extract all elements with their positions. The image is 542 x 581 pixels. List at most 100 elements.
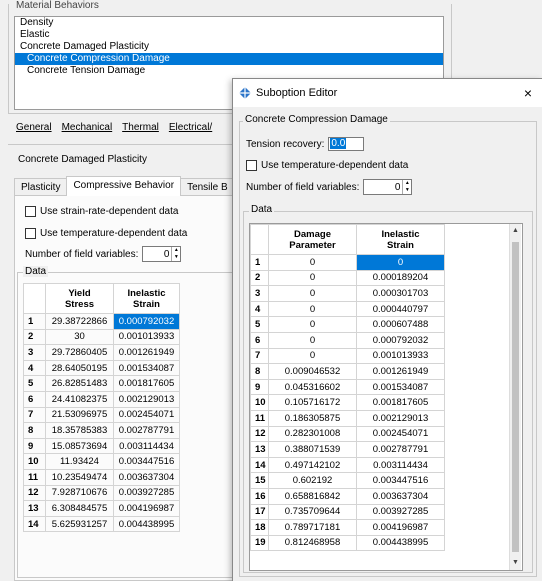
table-row[interactable]: 6 24.41082375 0.002129013 [23,390,180,408]
table-cell[interactable]: 0.000440797 [356,300,445,318]
table-cell[interactable]: 0.003927285 [356,503,445,521]
table-cell[interactable]: 0.001261949 [113,344,180,361]
table-cell[interactable]: 0.001817605 [356,394,445,411]
table-cell[interactable]: 0.000792032 [356,331,445,349]
table-cell[interactable]: 0.001534087 [113,359,180,377]
table-cell[interactable]: 28.64050195 [45,359,114,377]
table-cell[interactable]: 0.002454071 [113,406,180,424]
table-cell[interactable]: 0.735709644 [268,503,357,521]
table-row[interactable]: 15 0.602192 0.003447516 [250,472,445,489]
table-cell[interactable]: 0.282301008 [268,425,357,443]
field-variables-value[interactable]: 0 [143,249,171,260]
table-cell[interactable]: 0.658816842 [268,487,357,505]
table-cell[interactable]: 15.08573694 [45,437,114,455]
strain-rate-option[interactable]: Use strain-rate-dependent data [25,206,178,217]
table-row[interactable]: 7 21.53096975 0.002454071 [23,406,180,424]
table-cell[interactable]: 0.004438995 [356,534,445,552]
table-cell[interactable]: 0.002787791 [356,441,445,458]
table-row[interactable]: 2 30 0.001013933 [23,328,180,346]
field-variables-spinner[interactable]: 0 ▲ ▼ [142,246,182,262]
menu-electrical[interactable]: Electrical/ [169,122,212,133]
compressive-data-table[interactable]: Yield Stress Inelastic Strain 1 29.38722866… [23,283,253,545]
table-row[interactable]: 100 [250,254,445,271]
table-cell[interactable]: 0.004196987 [113,500,180,517]
column-header-damage-parameter[interactable]: Damage Parameter [268,224,357,255]
behavior-item-density[interactable]: Density [15,17,443,29]
table-cell[interactable]: 0.001534087 [356,378,445,396]
behavior-item-concrete-damaged-plasticity[interactable]: Concrete Damaged Plasticity [15,41,443,53]
table-cell[interactable]: 0.002129013 [356,409,445,427]
table-cell[interactable]: 7.928710676 [45,484,114,502]
table-cell[interactable]: 0.000301703 [356,285,445,302]
table-cell[interactable]: 11.93424 [45,453,114,470]
spin-down-icon[interactable]: ▼ [172,254,180,261]
table-row[interactable]: 13 0.388071539 0.002787791 [250,441,445,458]
table-cell[interactable]: 0.003447516 [356,472,445,489]
table-cell[interactable]: 0 [268,331,357,349]
table-cell[interactable]: 0.105716172 [268,394,357,411]
table-row[interactable]: 8 0.009046532 0.001261949 [250,363,445,380]
table-scrollbar[interactable]: ▲ ▼ [509,224,521,570]
table-cell[interactable]: 0.000607488 [356,316,445,333]
table-row[interactable]: 2 0 0.000189204 [250,269,445,287]
table-row[interactable]: 12 7.928710676 0.003927285 [23,484,180,502]
scroll-up-icon[interactable]: ▲ [510,224,521,238]
behavior-item-elastic[interactable]: Elastic [15,29,443,41]
menu-thermal[interactable]: Thermal [122,122,159,133]
dialog-spin-up-icon[interactable]: ▲ [403,180,411,187]
table-cell[interactable]: 0 [268,254,357,271]
dialog-titlebar[interactable]: Suboption Editor × [233,79,542,107]
behavior-item-concrete-tension-damage[interactable]: Concrete Tension Damage [15,65,443,77]
table-row[interactable]: 9 15.08573694 0.003114434 [23,437,180,455]
temperature-checkbox[interactable] [25,228,36,239]
table-row[interactable]: 1 29.38722866 0.000792032 [23,313,180,330]
table-row[interactable]: 14 5.625931257 0.004438995 [23,515,180,533]
table-cell[interactable]: 0.001261949 [356,363,445,380]
tab-tensile-behavior[interactable]: Tensile B [180,178,235,196]
scroll-down-icon[interactable]: ▼ [510,556,521,570]
table-cell[interactable]: 0 [268,269,357,287]
table-cell[interactable]: 0.004438995 [113,515,180,533]
behavior-item-concrete-compression-damage[interactable]: Concrete Compression Damage [15,53,443,65]
table-cell[interactable]: 0 [268,347,357,365]
table-row[interactable]: 5 0 0.000607488 [250,316,445,333]
table-cell[interactable]: 0.004196987 [356,519,445,536]
damage-data-table[interactable]: Damage Parameter Inelastic Strain 1 0 0 2 0 0.0… [249,223,523,571]
table-cell[interactable]: 0.812468958 [268,534,357,552]
tension-recovery-input[interactable]: 0.0 [328,137,365,151]
table-row[interactable]: 12 0.282301008 0.002454071 [250,425,445,443]
table-row[interactable]: 4 0 0.000440797 [250,300,445,318]
table-cell[interactable]: 0 [356,254,445,271]
table-cell[interactable]: 29.38722866 [45,313,114,330]
table-cell[interactable]: 0.186305875 [268,409,357,427]
table-cell[interactable]: 26.82851483 [45,375,114,392]
table-cell[interactable]: 0.001817605 [113,375,180,392]
table-cell[interactable]: 0 [268,285,357,302]
table-cell[interactable]: 21.53096975 [45,406,114,424]
menu-general[interactable]: General [16,122,52,133]
table-cell[interactable]: 0.497142102 [268,456,357,474]
table-cell[interactable]: 29.72860405 [45,344,114,361]
dialog-field-variables-spinner[interactable]: 0 ▲ ▼ [363,179,413,195]
dialog-temperature-checkbox[interactable] [246,160,257,171]
table-cell[interactable]: 0.009046532 [268,363,357,380]
strain-rate-checkbox[interactable] [25,206,36,217]
spin-up-icon[interactable]: ▲ [172,247,180,254]
tab-plasticity[interactable]: Plasticity [14,178,68,196]
tab-compressive-behavior[interactable]: Compressive Behavior [66,176,182,196]
table-row[interactable]: 8 18.35785383 0.002787791 [23,422,180,439]
table-cell[interactable]: 0.003114434 [113,437,180,455]
table-cell[interactable]: 0.002454071 [356,425,445,443]
table-cell[interactable]: 0 [268,316,357,333]
table-cell[interactable]: 0.602192 [268,472,357,489]
table-row[interactable]: 19 0.812468958 0.004438995 [250,534,445,552]
column-header-inelastic-strain[interactable]: Inelastic Strain [113,283,180,314]
table-cell[interactable]: 0.002129013 [113,390,180,408]
table-cell[interactable]: 30 [45,328,114,346]
close-icon[interactable]: × [524,85,532,101]
dialog-field-variables-value[interactable]: 0 [364,182,402,193]
tension-recovery-value[interactable]: 0.0 [330,138,347,149]
table-row[interactable]: 6 0 0.000792032 [250,331,445,349]
table-row[interactable]: 9 0.045316602 0.001534087 [250,378,445,396]
menu-mechanical[interactable]: Mechanical [62,122,113,133]
